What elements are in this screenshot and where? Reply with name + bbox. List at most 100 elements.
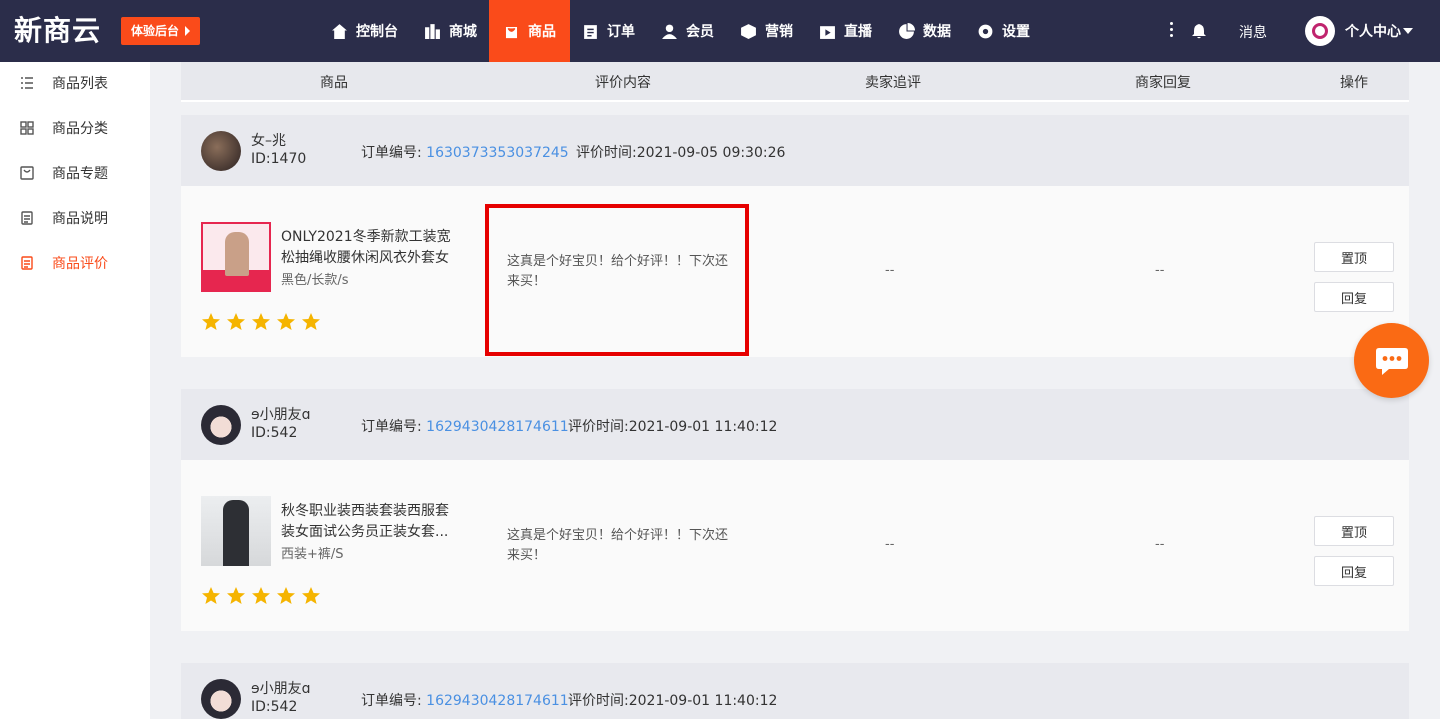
- order-number-label: 订单编号:: [361, 693, 427, 709]
- product-image[interactable]: [201, 222, 271, 292]
- nav-item-settings[interactable]: 设置: [977, 0, 1030, 62]
- sidebar-item-label: 商品分类: [52, 121, 108, 137]
- review-time: 评价时间:2021-09-01 11:40:12: [568, 416, 777, 436]
- column-header-content: 评价内容: [595, 75, 651, 91]
- sidebar-item-description[interactable]: 商品说明: [20, 208, 108, 228]
- highlight-box: [485, 204, 749, 356]
- personal-center-menu[interactable]: 个人中心: [1345, 21, 1413, 41]
- play-arrow-icon: [185, 26, 191, 36]
- grid-icon: [20, 121, 34, 135]
- order-number: 订单编号: 1630373353037245: [361, 142, 569, 162]
- sidebar-item-label: 商品评价: [52, 256, 108, 272]
- review-icon: [20, 256, 34, 270]
- chat-bubble-icon: [1375, 347, 1408, 375]
- home-icon: [331, 23, 348, 40]
- star-icon: [201, 312, 221, 332]
- order-number-link[interactable]: 1629430428174611: [426, 693, 569, 709]
- nav-item-mall[interactable]: 商城: [424, 0, 477, 62]
- user-icon: [661, 23, 678, 40]
- product-title[interactable]: ONLY2021冬季新款工装宽松抽绳收腰休闲风衣外套女: [281, 227, 453, 269]
- live-icon: [819, 23, 836, 40]
- gear-icon: [977, 23, 994, 40]
- nav-item-orders[interactable]: 订单: [582, 0, 635, 62]
- nav-label: 数据: [923, 24, 951, 40]
- product-spec: 西装+裤/S: [281, 547, 344, 562]
- document-icon: [20, 211, 34, 225]
- nav-item-console[interactable]: 控制台: [331, 0, 398, 62]
- nav-label: 控制台: [356, 24, 398, 40]
- store-icon: [424, 23, 441, 40]
- star-icon: [301, 312, 321, 332]
- chat-button[interactable]: [1354, 323, 1429, 398]
- sidebar-item-category[interactable]: 商品分类: [20, 118, 108, 138]
- pin-button[interactable]: 置顶: [1314, 242, 1394, 272]
- order-number-link[interactable]: 1629430428174611: [426, 419, 569, 435]
- divider: [181, 100, 1409, 102]
- user-name: ɘ小朋友ɑ: [251, 681, 311, 697]
- reply-button[interactable]: 回复: [1314, 556, 1394, 586]
- nav-item-live[interactable]: 直播: [819, 0, 872, 62]
- main-nav: 控制台 商城 商品 订单 会员 营销 直播 数据 设置: [331, 0, 1056, 62]
- user-name: ɘ小朋友ɑ: [251, 407, 311, 423]
- product-image[interactable]: [201, 496, 271, 566]
- nav-label: 设置: [1002, 24, 1030, 40]
- pie-chart-icon: [898, 22, 915, 40]
- nav-item-members[interactable]: 会员: [661, 0, 714, 62]
- nav-item-data[interactable]: 数据: [898, 0, 951, 62]
- user-name: 女–兆: [251, 133, 286, 149]
- user-avatar: [201, 131, 241, 171]
- avatar[interactable]: [1305, 16, 1335, 46]
- star-icon: [226, 586, 246, 606]
- sidebar-item-label: 商品列表: [52, 76, 108, 92]
- star-icon: [276, 586, 296, 606]
- order-number-label: 订单编号:: [361, 145, 427, 161]
- sidebar-item-product-list[interactable]: 商品列表: [20, 73, 108, 93]
- product-title[interactable]: 秋冬职业装西装套装西服套装女面试公务员正装女套...: [281, 501, 453, 543]
- pin-button[interactable]: 置顶: [1314, 516, 1394, 546]
- top-bar: 新商云 体验后台 控制台 商城 商品 订单 会员 营销 直播 数据 设置 消息 …: [0, 0, 1440, 62]
- star-icon: [301, 586, 321, 606]
- list-icon: [20, 76, 34, 90]
- merchant-reply: --: [1155, 263, 1165, 278]
- order-number: 订单编号: 1629430428174611: [361, 690, 569, 710]
- review-header: ɘ小朋友ɑ ID:542 订单编号: 1629430428174611 评价时间…: [181, 663, 1409, 719]
- topic-icon: [20, 166, 34, 180]
- bell-icon[interactable]: [1191, 23, 1207, 39]
- review-time-label: 评价时间:: [568, 419, 629, 435]
- app-logo[interactable]: 新商云: [14, 14, 101, 48]
- column-header-actions: 操作: [1340, 75, 1368, 91]
- more-vertical-icon[interactable]: [1170, 22, 1174, 40]
- column-header-seller-followup: 卖家追评: [865, 75, 921, 91]
- review-time-label: 评价时间:: [568, 693, 629, 709]
- sidebar-item-reviews[interactable]: 商品评价: [20, 253, 108, 273]
- review-header: ɘ小朋友ɑ ID:542 订单编号: 1629430428174611 评价时间…: [181, 389, 1409, 460]
- order-number-link[interactable]: 1630373353037245: [426, 145, 569, 161]
- star-icon: [251, 586, 271, 606]
- user-avatar: [201, 405, 241, 445]
- user-avatar: [201, 679, 241, 719]
- review-time: 评价时间:2021-09-05 09:30:26: [576, 142, 785, 162]
- product-spec: 黑色/长款/s: [281, 273, 349, 288]
- messages-link[interactable]: 消息: [1239, 22, 1267, 42]
- nav-label: 订单: [607, 24, 635, 40]
- table-header: 商品 评价内容 卖家追评 商家回复 操作: [181, 62, 1409, 100]
- user-id: ID:542: [251, 425, 298, 441]
- caret-down-icon: [1403, 28, 1413, 34]
- sidebar-item-topic[interactable]: 商品专题: [20, 163, 108, 183]
- seller-followup: --: [885, 263, 895, 278]
- reply-button[interactable]: 回复: [1314, 282, 1394, 312]
- rating-stars: [201, 312, 321, 332]
- column-header-merchant-reply: 商家回复: [1135, 75, 1191, 91]
- nav-item-marketing[interactable]: 营销: [740, 0, 793, 62]
- main-content: 商品 评价内容 卖家追评 商家回复 操作 女–兆 ID:1470 订单编号: 1…: [150, 62, 1440, 719]
- column-header-product: 商品: [320, 75, 348, 91]
- review-time-value: 2021-09-05 09:30:26: [636, 145, 786, 161]
- bag-icon: [503, 23, 520, 40]
- nav-label: 营销: [765, 24, 793, 40]
- review-time: 评价时间:2021-09-01 11:40:12: [568, 690, 777, 710]
- review-body: 秋冬职业装西装套装西服套装女面试公务员正装女套... 西装+裤/S 这真是个好宝…: [181, 460, 1409, 631]
- trial-backend-button[interactable]: 体验后台: [121, 17, 201, 45]
- review-time-value: 2021-09-01 11:40:12: [628, 693, 778, 709]
- sidebar-item-label: 商品专题: [52, 166, 108, 182]
- nav-item-products[interactable]: 商品: [489, 0, 570, 62]
